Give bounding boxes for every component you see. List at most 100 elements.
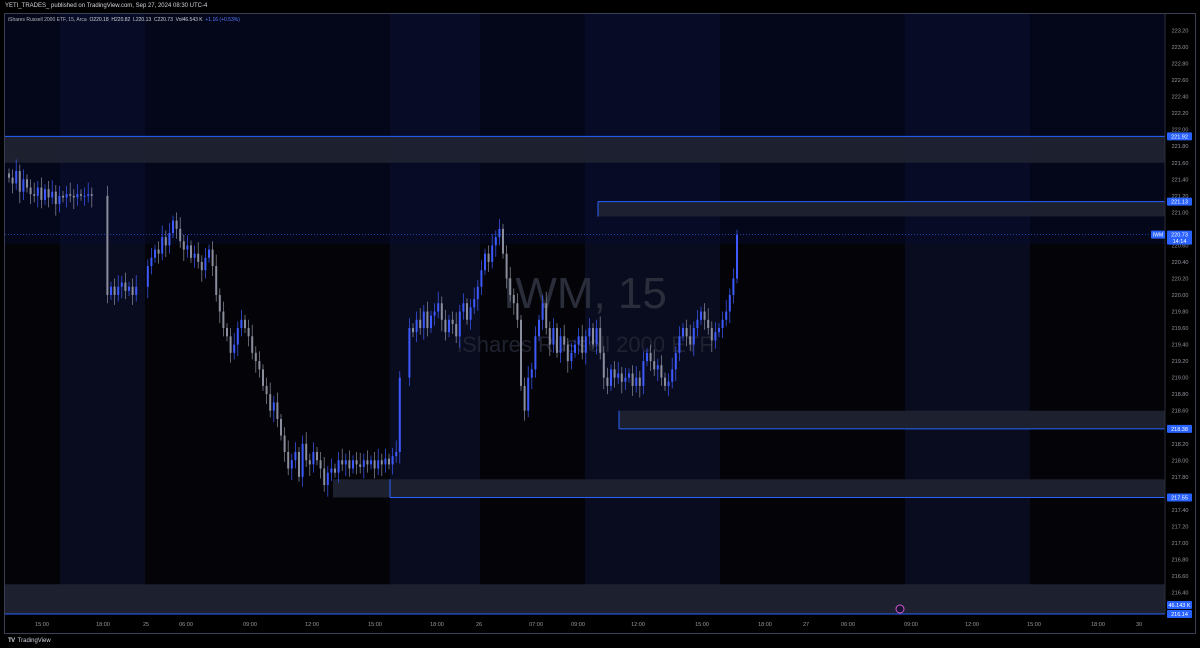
candle-body <box>469 307 472 320</box>
candle-body <box>323 468 326 486</box>
last-price-label: 220.73 <box>1171 233 1188 239</box>
candle-body <box>426 311 429 329</box>
candle-body <box>164 237 167 246</box>
candle-body <box>545 303 548 329</box>
candle-body <box>51 191 54 198</box>
candle-body <box>265 385 268 395</box>
candle-body <box>44 189 46 200</box>
candle-body <box>80 194 82 196</box>
candle-body <box>33 194 36 196</box>
candle-body <box>433 311 436 316</box>
candle-body <box>373 460 376 469</box>
candle-body <box>440 303 443 320</box>
candle-body <box>721 319 724 329</box>
price-label: 221.13 <box>1171 200 1188 206</box>
candle-body <box>330 468 333 473</box>
price-label: 217.55 <box>1171 495 1188 501</box>
y-tick-label: 220.40 <box>1172 260 1189 266</box>
candle-body <box>359 464 362 467</box>
candle-body <box>69 194 72 196</box>
candle-body <box>487 253 490 262</box>
candle-body <box>113 286 116 295</box>
candle-body <box>498 228 501 238</box>
candle-body <box>229 336 232 353</box>
watermark-symbol: IWM, 15 <box>503 269 667 318</box>
price-label: 216.14 <box>1171 612 1188 618</box>
candle-body <box>613 369 616 378</box>
x-tick-label: 25 <box>143 622 149 628</box>
candle-body <box>110 286 112 295</box>
candle-body <box>316 452 318 461</box>
candle-body <box>168 233 171 246</box>
legend-low: L220.13 <box>133 17 152 23</box>
y-tick-label: 216.40 <box>1172 591 1189 597</box>
candle-body <box>584 336 587 353</box>
x-tick-label: 27 <box>803 622 809 628</box>
y-tick-label: 222.20 <box>1172 111 1189 117</box>
candle-body <box>552 328 555 345</box>
candle-body <box>653 361 656 370</box>
candle-body <box>283 435 286 453</box>
x-tick-label: 12:00 <box>631 622 645 628</box>
candle-body <box>512 294 515 304</box>
candle-body <box>90 194 93 196</box>
candle-body <box>606 377 609 386</box>
candle-body <box>247 328 250 337</box>
candle-body <box>473 299 476 308</box>
x-tick-label: 09:00 <box>243 622 257 628</box>
candle-body <box>581 336 584 353</box>
x-tick-label: 09:00 <box>571 622 585 628</box>
price-label: 221.92 <box>1171 134 1188 140</box>
candle-body <box>200 261 203 271</box>
candle-body <box>638 377 641 386</box>
volume-label: 46.143 K <box>1168 603 1190 609</box>
candle-body <box>444 319 447 333</box>
candle-body <box>556 328 558 353</box>
y-tick-label: 219.20 <box>1172 359 1189 365</box>
candle-body <box>534 336 537 370</box>
candle-body <box>262 369 264 386</box>
y-tick-label: 218.80 <box>1172 392 1189 398</box>
candle-body <box>642 361 645 386</box>
candle-body <box>523 385 526 411</box>
candle-body <box>502 228 504 254</box>
support-zone <box>619 410 1165 429</box>
candle-body <box>251 336 254 353</box>
candle-body <box>437 303 440 312</box>
candle-body <box>412 328 414 333</box>
candle-body <box>8 173 10 178</box>
candle-body <box>624 377 627 382</box>
candle-body <box>566 344 569 362</box>
candle-body <box>272 402 275 411</box>
candle-body <box>352 460 354 469</box>
candle-body <box>308 460 311 465</box>
candle-body <box>664 377 666 386</box>
symbol-tag: IWM <box>1153 233 1163 239</box>
candle-body <box>505 253 508 279</box>
price-chart[interactable]: IWM, 15iShares Russell 2000 ETF216.40216… <box>0 0 1200 648</box>
candle-body <box>419 319 422 329</box>
candle-body <box>599 328 602 353</box>
candle-body <box>150 257 153 267</box>
candle-body <box>710 328 713 341</box>
candle-body <box>685 328 688 337</box>
candle-body <box>707 319 710 329</box>
candle-body <box>269 394 272 411</box>
x-tick-label: 30 <box>1136 622 1142 628</box>
tradingview-brand[interactable]: TV TradingView <box>8 635 51 646</box>
chart-screen: YETI_TRADES_ published on TradingView.co… <box>0 0 1200 648</box>
candle-body <box>65 194 68 198</box>
candle-body <box>714 332 717 341</box>
candle-body <box>172 220 174 234</box>
candle-body <box>462 303 465 312</box>
candle-body <box>631 373 634 386</box>
candle-body <box>527 377 530 411</box>
y-tick-label: 220.00 <box>1172 293 1189 299</box>
candle-body <box>718 328 720 333</box>
candle-body <box>678 336 681 353</box>
candle-body <box>11 177 14 184</box>
candle-body <box>491 245 494 262</box>
candle-body <box>458 311 461 337</box>
candle-body <box>509 278 512 295</box>
tradingview-logo-icon: TV <box>8 637 15 644</box>
